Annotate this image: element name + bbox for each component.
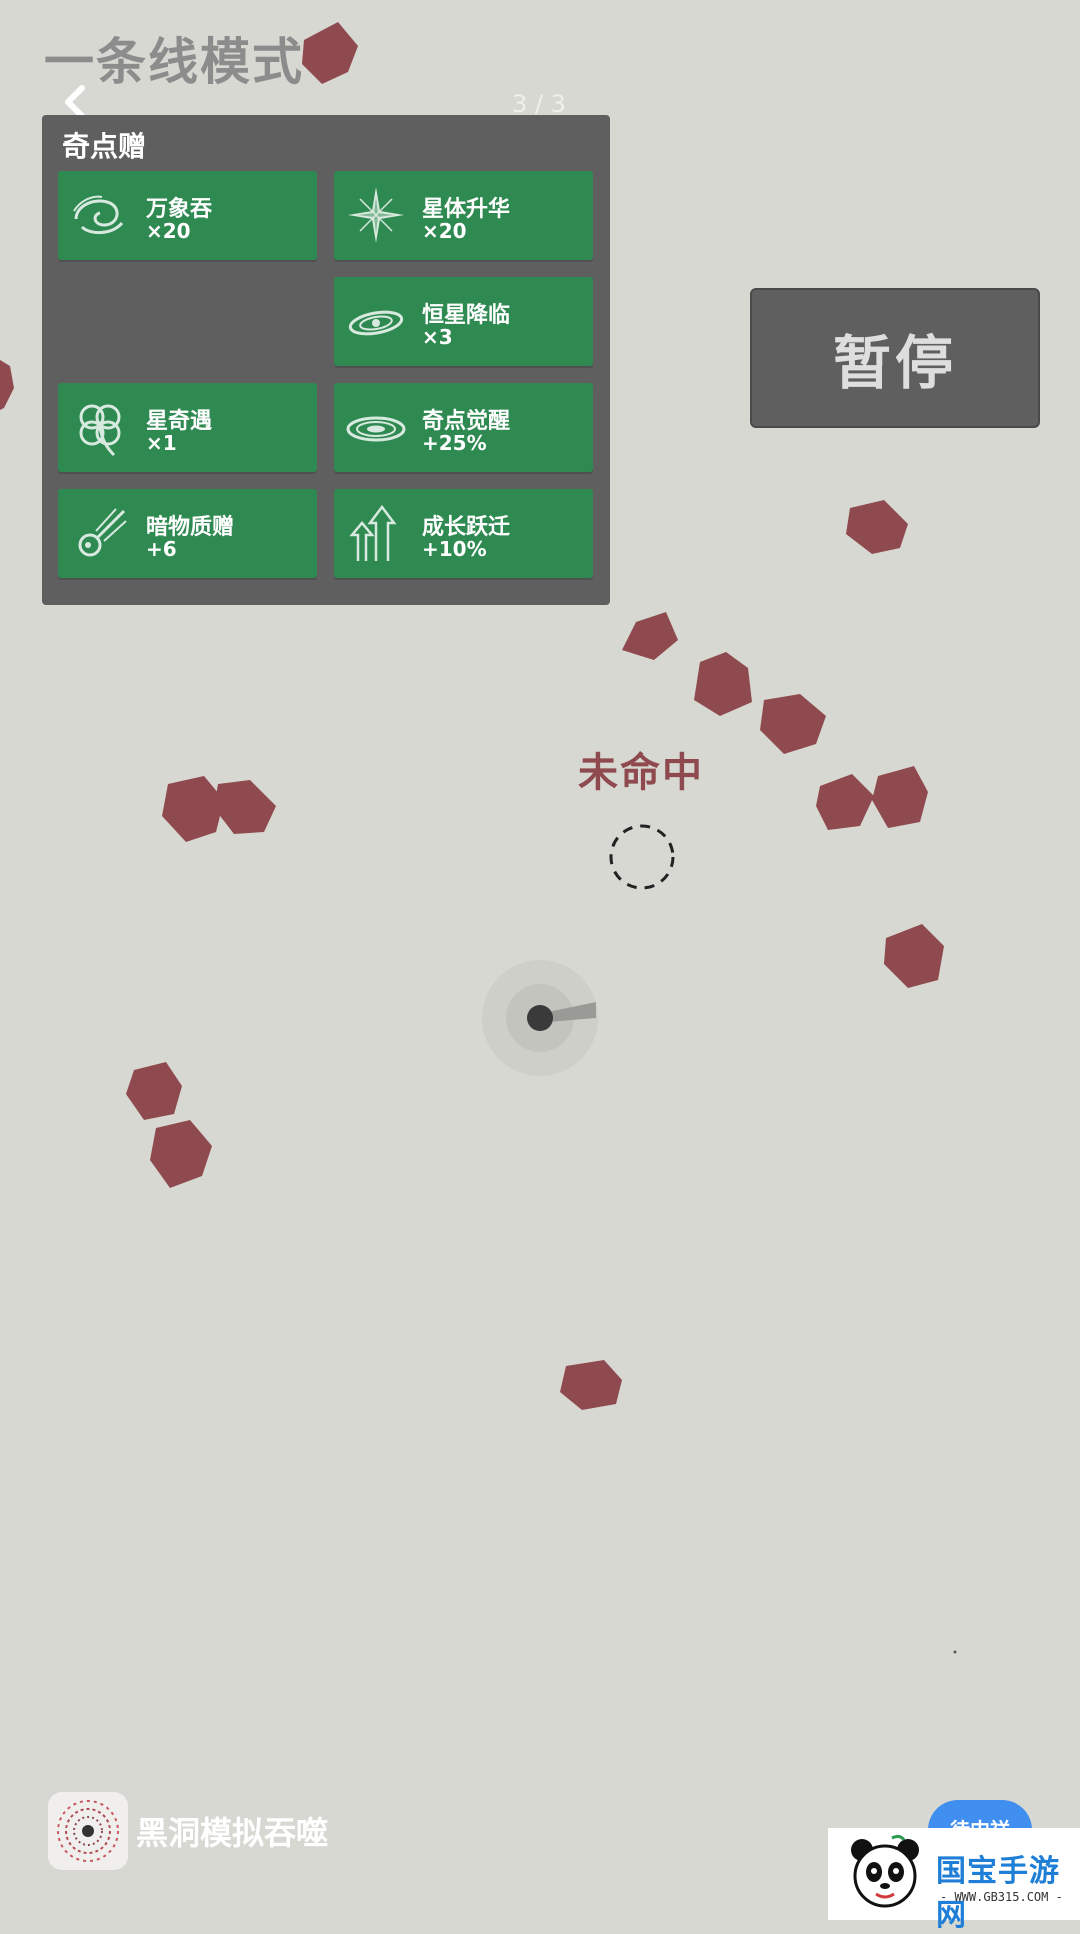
gift-amount: ×3	[422, 325, 453, 349]
gift-amount: ×20	[146, 219, 191, 243]
starburst-icon	[348, 187, 404, 243]
growth-arrows-icon	[349, 504, 397, 561]
gift-card-xingtishenghua[interactable]: 星体升华 ×20	[334, 171, 593, 260]
enemy-hexagon	[302, 22, 358, 84]
aim-target-reticle	[609, 824, 675, 890]
enemy-hexagon	[816, 774, 874, 830]
black-hole-spiral-icon	[57, 1800, 119, 1862]
enemy-hexagon	[884, 924, 944, 988]
gift-amount: +25%	[422, 431, 487, 455]
gift-card-hengxingjianglin[interactable]: 恒星降临 ×3	[334, 277, 593, 366]
singularity-gift-panel: 奇点赠 万象吞 ×20 星体升华 ×20 恒星降临 ×3 星奇遇 ×1 奇点觉醒…	[42, 115, 610, 605]
ringed-planet-icon	[348, 310, 404, 336]
enemy-hexagon	[560, 1360, 622, 1410]
enemy-hexagon	[872, 766, 928, 828]
galaxy-swirl-icon	[73, 195, 124, 234]
site-watermark: 国宝手游网 - WWW.GB315.COM -	[828, 1828, 1080, 1933]
pause-button[interactable]: 暂停	[750, 288, 1040, 428]
app-icon[interactable]	[48, 1792, 128, 1870]
gift-card-anwuzhizeng[interactable]: 暗物质赠 +6	[58, 489, 317, 578]
meteor-icon	[78, 508, 127, 557]
miss-status-text: 未命中	[578, 750, 704, 796]
watermark-url: - WWW.GB315.COM -	[940, 1890, 1063, 1904]
gift-card-xingqiyu[interactable]: 星奇遇 ×1	[58, 383, 317, 472]
gift-amount: +6	[146, 537, 177, 561]
black-hole-player[interactable]	[527, 1005, 553, 1031]
enemy-hexagon	[622, 612, 678, 660]
enemy-hexagon	[214, 780, 276, 834]
panel-title: 奇点赠	[62, 130, 147, 163]
enemy-hexagon	[150, 1120, 212, 1188]
debris-dot	[953, 1650, 957, 1654]
gift-amount: ×1	[146, 431, 177, 455]
page-indicator: 3 / 3	[512, 90, 566, 118]
panda-logo-icon	[851, 1834, 919, 1908]
gift-amount: +10%	[422, 537, 487, 561]
clover-icon	[79, 404, 121, 457]
enemy-hexagon	[760, 694, 826, 754]
gift-card-wanxiangtun[interactable]: 万象吞 ×20	[58, 171, 317, 260]
gift-card-qidianjuexing[interactable]: 奇点觉醒 +25%	[334, 383, 593, 472]
enemy-hexagon	[126, 1062, 182, 1120]
enemy-hexagon	[162, 776, 224, 842]
app-name: 黑洞模拟吞噬	[136, 1814, 329, 1852]
enemy-hexagon	[846, 500, 908, 554]
enemy-hexagon	[694, 652, 752, 716]
disk-galaxy-icon	[346, 416, 406, 442]
enemy-hexagon	[0, 360, 14, 410]
gift-amount: ×20	[422, 219, 467, 243]
gift-card-chengzhangyueqian[interactable]: 成长跃迁 +10%	[334, 489, 593, 578]
